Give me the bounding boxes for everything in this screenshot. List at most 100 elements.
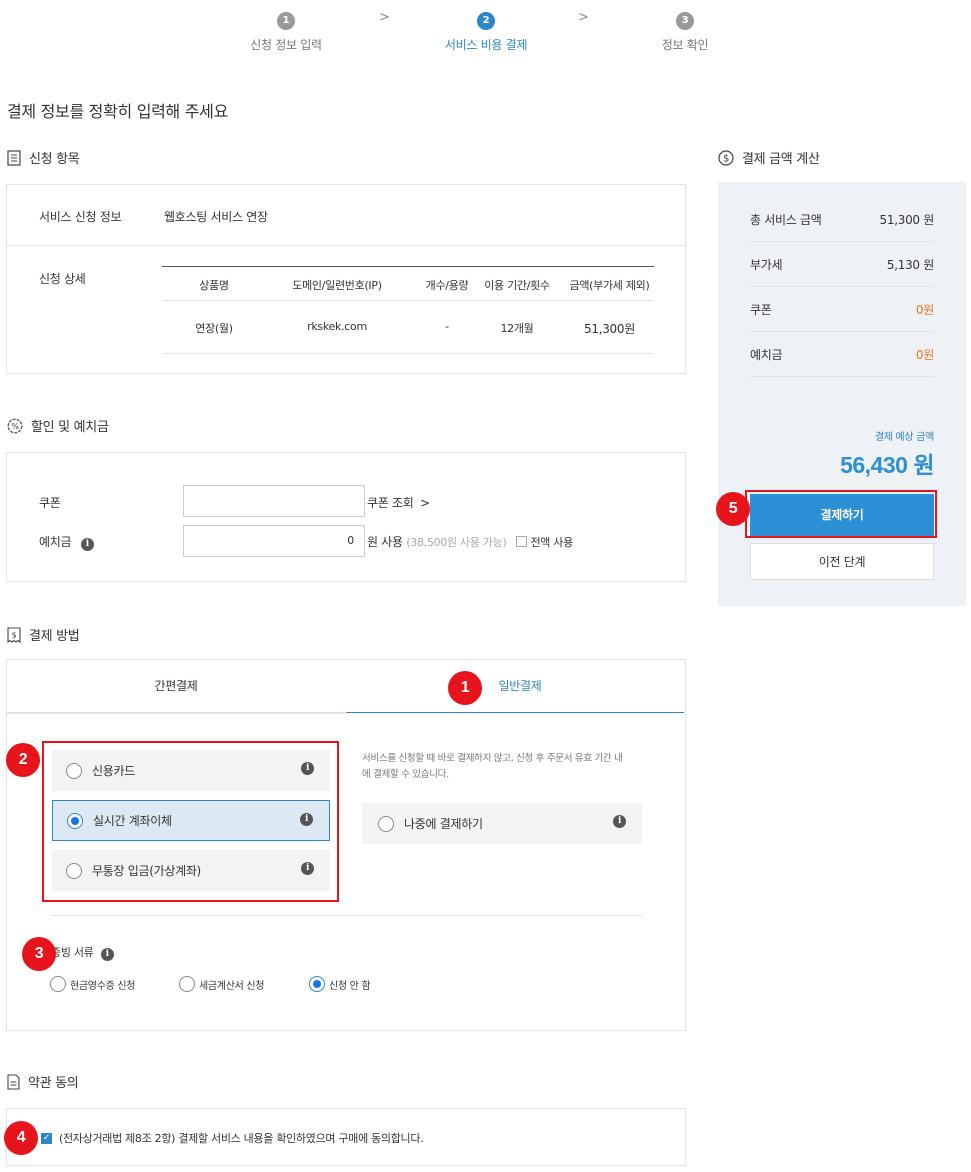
table-cell: 12개월 [500,322,534,335]
description-line: 서비스를 신청할 때 바로 결제하지 않고, 신청 후 주문서 유효 기간 내 [362,753,623,764]
step-1: 1 신청 정보 입력 [226,12,346,53]
svg-text:$: $ [723,153,729,164]
summary-panel: 총 서비스 금액 51,300 원 부가세 5,130 원 쿠폰 0원 예치금 … [718,182,966,606]
summary-row: 총 서비스 금액 51,300 원 [750,197,934,242]
pay-later-description: 서비스를 신청할 때 바로 결제하지 않고, 신청 후 주문서 유효 기간 내 … [362,751,652,783]
svg-text:%: % [11,422,19,431]
document-icon [7,1073,20,1090]
coupon-input[interactable] [183,485,365,517]
receipt-option-cash[interactable]: 현금영수증 신청 [50,976,135,992]
highlight-frame-payment-options [42,741,339,902]
tab-label: 간편결제 [154,679,198,693]
use-all-checkbox[interactable] [515,536,527,547]
deposit-label: 예치금 i [39,533,94,551]
detail-label: 신청 상세 [39,272,86,286]
section-title: 결제 금액 계산 [742,152,820,167]
summary-label: 쿠폰 [750,302,772,317]
radio-button[interactable] [179,976,195,992]
divider [51,915,642,916]
highlight-frame-pay-button [745,490,937,538]
divider [7,713,346,714]
tab-label: 일반결제 [498,679,542,693]
annotation-badge: 5 [716,492,750,526]
discount-heading: % 할인 및 예치금 [7,416,109,435]
summary-value: 0원 [915,347,934,362]
radio-button[interactable] [50,976,66,992]
annotation-badge: 4 [4,1121,38,1155]
section-title: 결제 방법 [29,629,80,644]
expected-label: 결제 예상 금액 [874,432,934,443]
annotation-badge: 3 [22,937,56,971]
table-cell: - [445,320,449,333]
chevron-right-icon: > [420,496,430,510]
discount-percent-icon: % [7,418,23,433]
step-2: 2 서비스 비용 결제 [426,12,546,53]
option-label: 신청 안 함 [329,980,371,992]
terms-heading: 약관 동의 [7,1072,79,1091]
annotation-badge: 1 [448,671,482,705]
divider [162,353,654,354]
previous-step-button[interactable]: 이전 단계 [750,543,934,580]
table-header: 도메인/일련번호(IP) [292,279,382,292]
terms-box: ✓ (전자상거래법 제8조 2항) 결제할 서비스 내용을 확인하였으며 구매에… [6,1108,686,1166]
step-label: 신청 정보 입력 [250,38,322,52]
discount-box: 쿠폰 쿠폰 조회 > 예치금 i 0 원 사용 (38,500원 사용 가능) … [6,452,686,582]
step-number: 2 [477,12,495,30]
agree-checkbox[interactable]: ✓ [41,1132,52,1144]
deposit-label-text: 예치금 [39,535,72,549]
receipt-option-none[interactable]: 신청 안 함 [309,976,371,992]
service-info-value: 웹호스팅 서비스 연장 [164,210,268,224]
table-cell: 51,300원 [584,322,635,336]
option-label: 현금영수증 신청 [70,980,136,992]
table-cell: rkskek.com [307,320,367,333]
chevron-right-icon: > [578,10,589,25]
summary-value: 5,130 원 [886,257,934,272]
info-icon[interactable]: i [613,815,626,828]
summary-value: 0원 [915,302,934,317]
page-title: 결제 정보를 정확히 입력해 주세요 [7,102,229,121]
deposit-use-row: 원 사용 (38,500원 사용 가능) 전액 사용 [367,533,573,550]
summary-label: 예치금 [750,347,783,362]
payment-heading: $ 결제 방법 [7,625,80,644]
table-header: 개수/용량 [425,279,469,292]
radio-button[interactable] [378,815,394,832]
summary-value: 51,300 원 [879,212,935,227]
step-number: 3 [676,12,694,30]
tab-general-pay[interactable]: 일반결제 [346,660,684,713]
receipt-dollar-icon: $ [7,626,21,643]
application-box: 서비스 신청 정보 웹호스팅 서비스 연장 신청 상세 상품명 도메인/일련번호… [6,184,686,374]
tab-simple-pay[interactable]: 간편결제 [7,660,345,713]
step-label: 정보 확인 [661,38,709,52]
info-icon[interactable]: i [80,538,94,551]
step-label: 서비스 비용 결제 [444,38,528,52]
table-header: 상품명 [199,279,229,292]
step-number: 1 [277,12,295,30]
annotation-badge: 2 [6,743,40,777]
table-header: 이용 기간/횟수 [484,279,550,292]
summary-row: 예치금 0원 [750,332,934,377]
radio-button[interactable] [309,976,325,992]
table-cell: 연장(월) [195,322,233,335]
list-document-icon [7,149,21,166]
svg-text:$: $ [12,630,17,639]
receipt-label-text: 증빙 서류 [51,946,94,959]
pay-option-pay-later[interactable]: 나중에 결제하기 i [362,803,642,844]
agree-row[interactable]: ✓ (전자상거래법 제8조 2항) 결제할 서비스 내용을 확인하였으며 구매에… [41,1130,424,1146]
info-icon[interactable]: i [100,948,114,961]
section-title: 할인 및 예치금 [31,420,109,435]
service-info-label: 서비스 신청 정보 [39,210,122,224]
section-title: 신청 항목 [29,152,80,167]
step-3: 3 정보 확인 [625,12,745,53]
deposit-use-label: 원 사용 [367,535,403,549]
chevron-right-icon: > [379,10,390,25]
section-title: 약관 동의 [28,1076,79,1091]
detail-table: 상품명 도메인/일련번호(IP) 개수/용량 이용 기간/횟수 금액(부가세 제… [162,266,654,354]
agree-text: (전자상거래법 제8조 2항) 결제할 서비스 내용을 확인하였으며 구매에 동… [59,1132,424,1145]
divider [7,245,685,246]
expected-amount: 56,430 원 [840,452,934,478]
receipt-option-tax-invoice[interactable]: 세금계산서 신청 [179,976,264,992]
coupon-lookup-link[interactable]: 쿠폰 조회 > [367,494,430,511]
summary-row: 쿠폰 0원 [750,287,934,332]
deposit-input[interactable]: 0 [183,525,365,557]
application-heading: 신청 항목 [7,148,80,167]
